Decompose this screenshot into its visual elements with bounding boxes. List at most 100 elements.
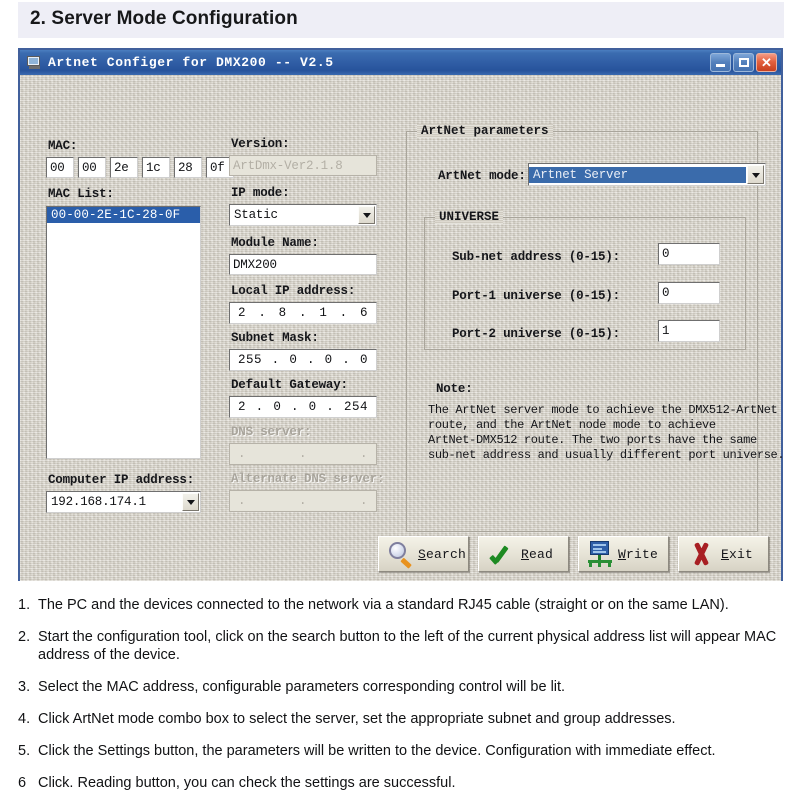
- local-ip-field[interactable]: 2. 8. 1. 6: [229, 302, 377, 324]
- search-button-label: Search: [418, 547, 478, 562]
- alt-dns-server-field: . . .: [229, 490, 377, 512]
- red-x-icon: [684, 540, 718, 568]
- mac-list-label: MAC List:: [48, 187, 114, 201]
- ip-dot-1: .: [306, 353, 315, 367]
- alt-dns-dot-2: .: [359, 494, 368, 508]
- window-title: Artnet Configer for DMX200 -- V2.5: [48, 55, 334, 70]
- magnifier-icon: [384, 540, 418, 569]
- write-button-label: Write: [618, 547, 670, 562]
- ip-dot-1: .: [290, 400, 299, 414]
- local-ip-label: Local IP address:: [231, 284, 356, 298]
- artnet-configer-window: Artnet Configer for DMX200 -- V2.5 ✕ MAC…: [18, 48, 785, 581]
- ip-dot-0: .: [255, 400, 264, 414]
- default-gateway-label: Default Gateway:: [231, 378, 348, 392]
- artnet-mode-label: ArtNet mode:: [438, 169, 526, 183]
- subnet-address-field[interactable]: 0: [658, 243, 720, 265]
- mac-octet-0[interactable]: 00: [46, 157, 74, 178]
- instruction-item: 5. Click the Settings button, the parame…: [18, 742, 788, 760]
- port2-universe-label: Port-2 universe (0-15):: [452, 327, 620, 341]
- local-ip-octet-3: 6: [359, 306, 368, 320]
- artnet-mode-combo[interactable]: Artnet Server: [528, 163, 766, 186]
- mac-octet-3[interactable]: 1c: [142, 157, 170, 178]
- universe-group-title: UNIVERSE: [435, 210, 504, 224]
- search-rest: earch: [426, 546, 467, 562]
- search-accel: S: [418, 546, 427, 562]
- chevron-down-icon[interactable]: [747, 165, 764, 184]
- instruction-text: Start the configuration tool, click on t…: [38, 629, 777, 663]
- ip-mode-combo[interactable]: Static: [229, 204, 377, 226]
- mac-octet-2[interactable]: 2e: [110, 157, 138, 178]
- monitor-icon: [27, 55, 42, 70]
- mac-octet-2-value: 2e: [114, 160, 129, 175]
- mac-label: MAC:: [48, 139, 78, 153]
- exit-button[interactable]: Exit: [678, 536, 769, 572]
- instruction-number: 1.: [18, 597, 31, 613]
- mac-octet-5-value: 0f: [210, 160, 225, 175]
- default-gateway-field[interactable]: 2. 0. 0. 254: [229, 396, 377, 418]
- mac-list[interactable]: 00-00-2E-1C-28-0F: [46, 206, 201, 459]
- instruction-item: 3. Select the MAC address, configurable …: [18, 678, 788, 696]
- instruction-number: 4.: [18, 711, 31, 727]
- subnet-mask-octet-3: 0: [359, 353, 368, 367]
- port2-universe-field[interactable]: 1: [658, 320, 720, 342]
- instruction-text: Click the Settings button, the parameter…: [38, 743, 716, 759]
- write-button[interactable]: Write: [578, 536, 669, 572]
- module-name-field[interactable]: DMX200: [229, 254, 377, 275]
- ip-dot-0: .: [258, 306, 267, 320]
- search-button[interactable]: Search: [378, 536, 469, 572]
- dialog-body: MAC: 00 00 2e 1c 28 0f MAC List: 00-00-2…: [20, 75, 785, 581]
- green-check-icon: [484, 540, 518, 568]
- write-accel: W: [618, 546, 627, 562]
- subnet-mask-field[interactable]: 255. 0. 0. 0: [229, 349, 377, 371]
- close-button[interactable]: ✕: [756, 53, 777, 72]
- alt-dns-dot-0: .: [238, 494, 247, 508]
- computer-ip-combo[interactable]: 192.168.174.1: [46, 491, 201, 513]
- ip-dot-2: .: [342, 353, 351, 367]
- dns-server-label: DNS server:: [231, 425, 312, 439]
- port1-universe-label: Port-1 universe (0-15):: [452, 289, 620, 303]
- instruction-text: Select the MAC address, configurable par…: [38, 679, 566, 695]
- instruction-text: The PC and the devices connected to the …: [38, 597, 729, 613]
- read-accel: R: [520, 546, 529, 562]
- instruction-number: 6: [18, 775, 27, 791]
- instruction-item: 6 Click. Reading button, you can check t…: [18, 774, 788, 792]
- gateway-octet-2: 0: [308, 400, 317, 414]
- gateway-octet-3: 254: [343, 400, 368, 414]
- module-name-label: Module Name:: [231, 236, 319, 250]
- local-ip-octet-2: 1: [319, 306, 328, 320]
- device-write-icon: [584, 540, 618, 568]
- ip-dot-2: .: [339, 306, 348, 320]
- version-label: Version:: [231, 137, 290, 151]
- dns-dot-0: .: [238, 447, 247, 461]
- minimize-button[interactable]: [710, 53, 731, 72]
- write-rest: rite: [626, 546, 659, 562]
- ip-mode-value: Static: [234, 208, 278, 222]
- chevron-down-icon[interactable]: [182, 493, 199, 511]
- maximize-button[interactable]: [733, 53, 754, 72]
- exit-rest: xit: [729, 546, 754, 562]
- subnet-mask-label: Subnet Mask:: [231, 331, 319, 345]
- ip-dot-2: .: [326, 400, 335, 414]
- subnet-mask-octet-0: 255: [238, 353, 263, 367]
- instruction-number: 3.: [18, 679, 31, 695]
- computer-ip-label: Computer IP address:: [48, 473, 195, 487]
- mac-octet-1[interactable]: 00: [78, 157, 106, 178]
- instruction-item: 4. Click ArtNet mode combo box to select…: [18, 710, 788, 728]
- alt-dns-dot-1: .: [298, 494, 307, 508]
- version-value: ArtDmx-Ver2.1.8: [233, 158, 343, 173]
- mac-octet-4-value: 28: [178, 160, 193, 175]
- window-titlebar[interactable]: Artnet Configer for DMX200 -- V2.5 ✕: [20, 50, 781, 75]
- chevron-down-icon[interactable]: [358, 206, 375, 224]
- instruction-number: 2.: [18, 629, 31, 645]
- ip-dot-0: .: [271, 353, 280, 367]
- instruction-text: Click. Reading button, you can check the…: [38, 775, 456, 791]
- artnet-parameters-title: ArtNet parameters: [417, 124, 553, 138]
- read-button[interactable]: Read: [478, 536, 569, 572]
- mac-octet-4[interactable]: 28: [174, 157, 202, 178]
- dns-dot-2: .: [359, 447, 368, 461]
- list-item[interactable]: 00-00-2E-1C-28-0F: [47, 207, 200, 223]
- module-name-value: DMX200: [233, 257, 277, 272]
- mac-octet-3-value: 1c: [146, 160, 161, 175]
- window-controls: ✕: [710, 53, 777, 72]
- port1-universe-field[interactable]: 0: [658, 282, 720, 304]
